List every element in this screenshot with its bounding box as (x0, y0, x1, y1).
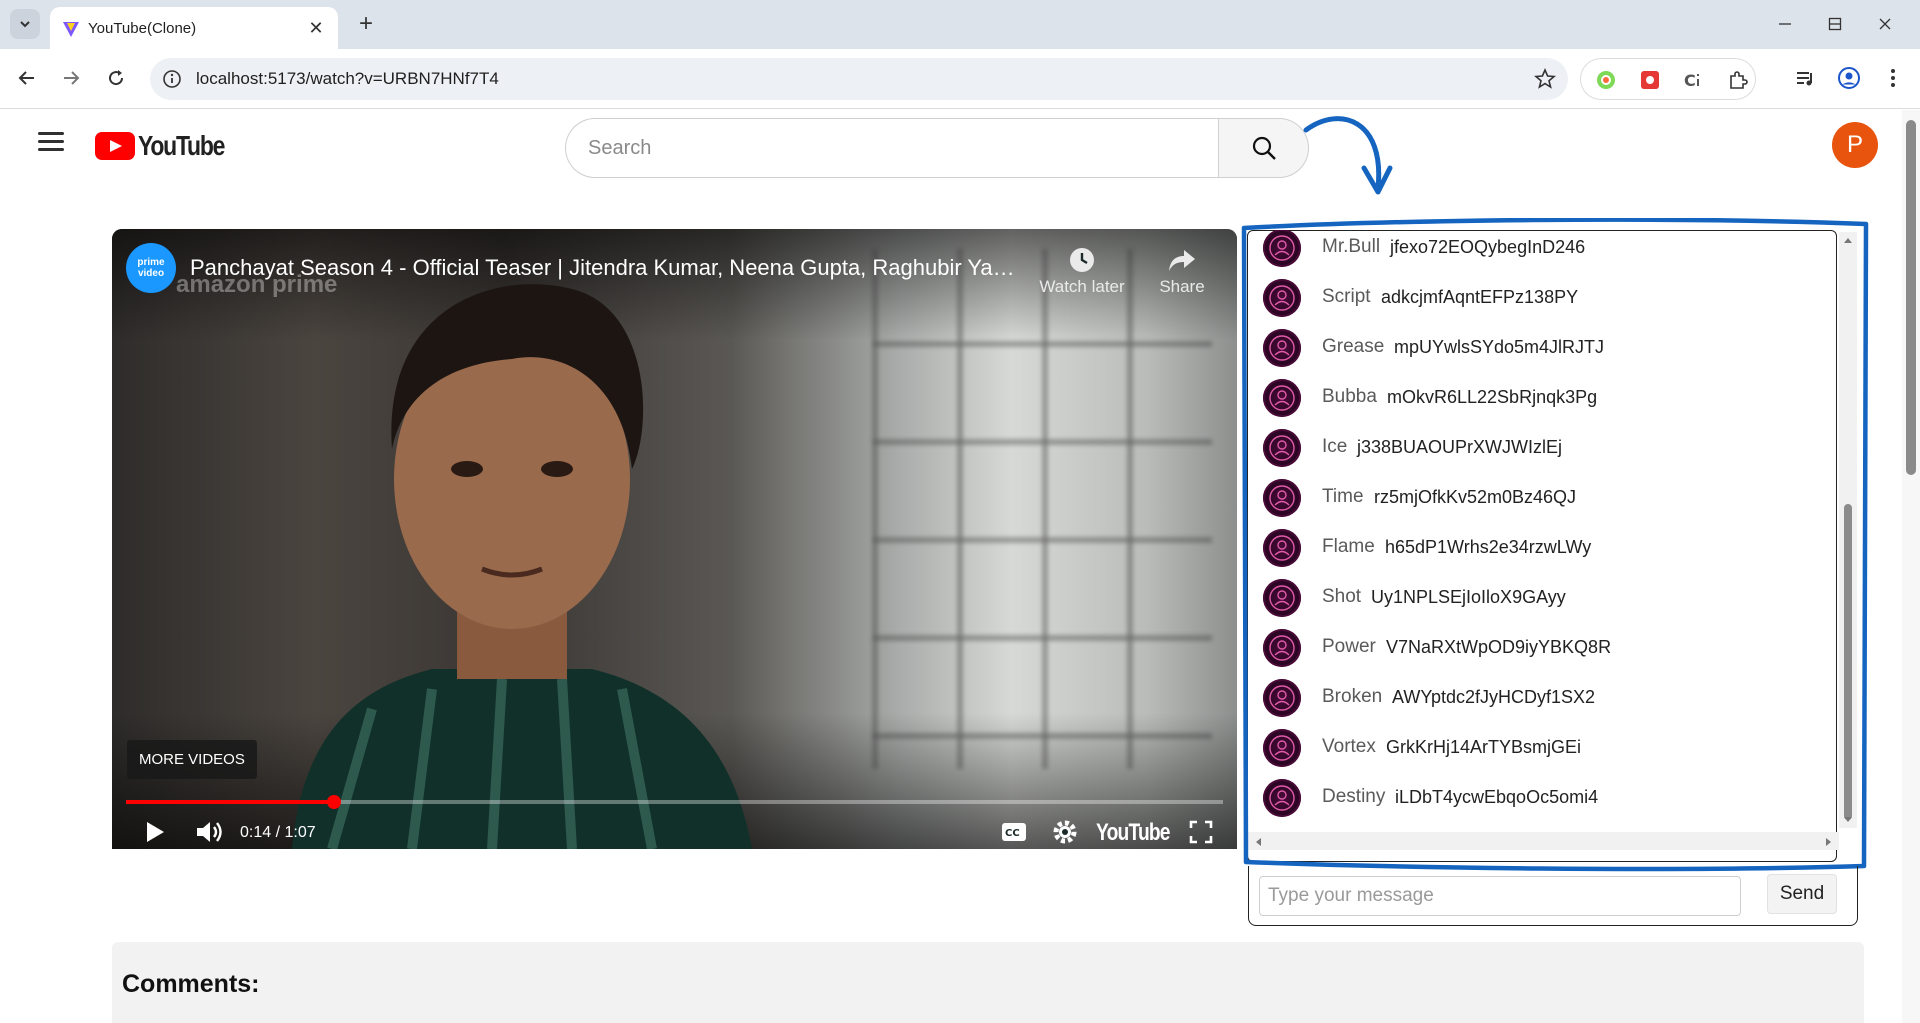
extensions-group: C (1580, 58, 1756, 100)
fullscreen-button[interactable] (1184, 817, 1218, 847)
watch-later-label: Watch later (1039, 277, 1125, 296)
captions-button[interactable]: CC (997, 817, 1031, 847)
extensions-puzzle-icon[interactable] (1727, 69, 1749, 91)
video-background-window (872, 249, 1212, 769)
reload-button[interactable] (101, 63, 131, 93)
browser-menu-button[interactable] (1878, 63, 1908, 93)
close-window-button[interactable] (1862, 8, 1908, 40)
volume-button[interactable] (192, 817, 228, 847)
fullscreen-icon (1189, 820, 1213, 844)
channel-logo[interactable]: prime video (126, 243, 176, 293)
url-text[interactable]: localhost:5173/watch?v=URBN7HNf7T4 (196, 69, 499, 89)
page-scroll-thumb[interactable] (1906, 120, 1916, 475)
extension-color-icon[interactable] (1595, 69, 1617, 91)
browser-toolbar: localhost:5173/watch?v=URBN7HNf7T4 C (0, 49, 1920, 109)
account-circle-icon (1838, 67, 1860, 89)
time-display: 0:14 / 1:07 (240, 824, 316, 841)
media-playlist-icon (1797, 72, 1812, 86)
annotation-highlight-frame (1241, 218, 1869, 872)
tab-close-icon[interactable]: ✕ (304, 16, 328, 40)
chat-input-row: Send (1248, 866, 1858, 926)
arrow-right-icon (64, 71, 80, 85)
share-label: Share (1159, 277, 1205, 296)
progress-bar[interactable] (126, 795, 1223, 809)
send-button[interactable]: Send (1767, 874, 1837, 914)
bookmark-star-icon[interactable] (1534, 68, 1556, 90)
play-button[interactable] (140, 817, 170, 847)
settings-button[interactable] (1048, 817, 1082, 847)
site-info-icon[interactable] (162, 69, 182, 89)
search-button[interactable] (1218, 118, 1309, 178)
user-avatar[interactable]: P (1832, 122, 1878, 168)
search-input[interactable] (565, 118, 1219, 178)
gear-icon (1053, 820, 1077, 844)
youtube-wordmark[interactable]: YouTube (1096, 819, 1170, 847)
reload-icon (109, 70, 124, 86)
reading-list-button[interactable] (1790, 63, 1820, 93)
annotation-arrow-icon (1303, 116, 1393, 195)
page-vertical-scrollbar[interactable] (1902, 110, 1920, 1023)
svg-text:C: C (1684, 71, 1696, 90)
extension-code-icon[interactable]: C (1683, 69, 1705, 91)
browser-tab-active[interactable]: YouTube(Clone) ✕ (50, 7, 338, 49)
new-tab-button[interactable]: + (352, 10, 380, 38)
hamburger-menu-icon[interactable] (38, 132, 64, 154)
page-content: YouTube P prime video amazon prime Panch… (0, 110, 1902, 1023)
comments-title: Comments: (122, 970, 260, 998)
close-icon (1879, 18, 1891, 30)
share-arrow-icon (1169, 250, 1195, 271)
search-icon (1252, 136, 1276, 160)
video-person-figure (292, 284, 752, 849)
back-button[interactable] (12, 63, 42, 93)
play-logo-icon (95, 132, 135, 160)
youtube-logo[interactable]: YouTube (95, 130, 243, 161)
clock-icon (1070, 248, 1094, 272)
watch-later-button[interactable]: Watch later (1034, 243, 1130, 297)
chevron-down-icon (20, 21, 30, 28)
minimize-button[interactable] (1762, 8, 1808, 40)
progress-played (126, 800, 335, 804)
forward-button[interactable] (56, 63, 86, 93)
address-bar[interactable]: localhost:5173/watch?v=URBN7HNf7T4 (150, 58, 1568, 100)
chat-message-input[interactable] (1259, 876, 1741, 916)
closed-captions-icon: CC (1002, 823, 1026, 841)
volume-icon (197, 822, 222, 842)
play-icon (147, 822, 164, 842)
tab-title: YouTube(Clone) (88, 20, 197, 37)
svg-text:CC: CC (1005, 828, 1020, 839)
share-button[interactable]: Share (1134, 243, 1230, 297)
extension-image-icon[interactable] (1639, 69, 1661, 91)
more-vertical-icon (1891, 69, 1895, 87)
comments-section: Comments: (112, 942, 1864, 1023)
search-bar (565, 118, 1309, 178)
maximize-button[interactable] (1812, 8, 1858, 40)
profile-button[interactable] (1834, 63, 1864, 93)
arrow-left-icon (18, 71, 34, 85)
browser-tab-bar: YouTube(Clone) ✕ + (0, 0, 1920, 49)
tab-search-button[interactable] (10, 9, 40, 39)
vite-favicon-icon (63, 22, 79, 37)
video-player[interactable]: prime video amazon prime Panchayat Seaso… (112, 229, 1237, 849)
video-title[interactable]: Panchayat Season 4 - Official Teaser | J… (190, 255, 1020, 281)
maximize-icon (1828, 17, 1842, 31)
more-videos-button[interactable]: MORE VIDEOS (127, 740, 257, 779)
logo-text: YouTube (138, 130, 225, 161)
minimize-icon (1779, 23, 1791, 25)
